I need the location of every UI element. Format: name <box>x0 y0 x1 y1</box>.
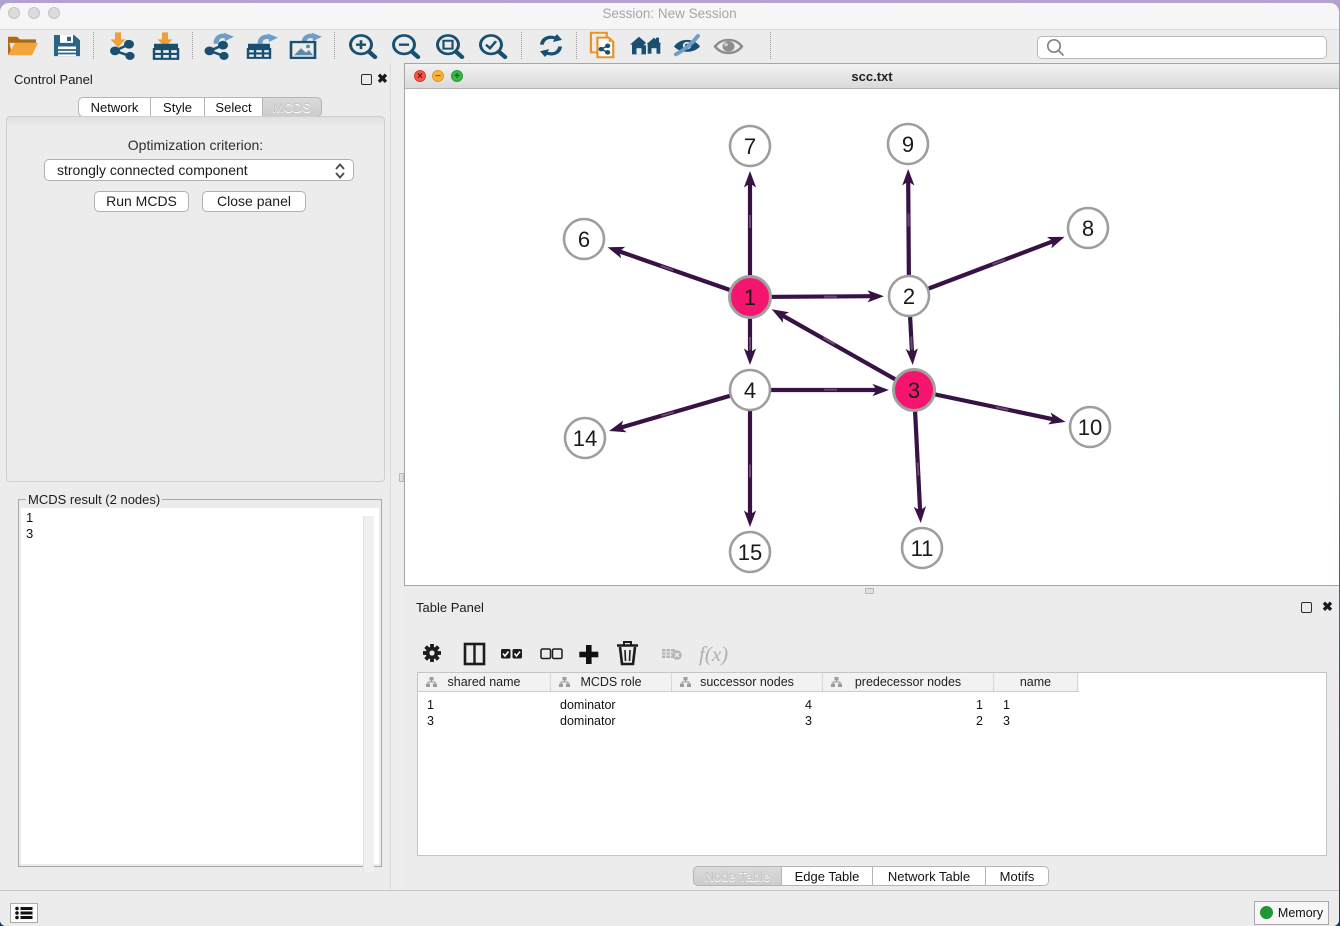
svg-text:7: 7 <box>744 134 756 159</box>
svg-text:1: 1 <box>744 285 756 310</box>
svg-text:9: 9 <box>902 132 914 157</box>
svg-text:14: 14 <box>573 426 597 451</box>
svg-text:2: 2 <box>903 284 915 309</box>
svg-text:6: 6 <box>578 227 590 252</box>
svg-text:11: 11 <box>911 536 934 561</box>
svg-text:3: 3 <box>908 378 920 403</box>
svg-text:f(x): f(x) <box>699 642 728 666</box>
svg-text:8: 8 <box>1082 216 1094 241</box>
svg-text:10: 10 <box>1078 415 1102 440</box>
svg-text:4: 4 <box>744 378 756 403</box>
svg-text:15: 15 <box>738 540 762 565</box>
